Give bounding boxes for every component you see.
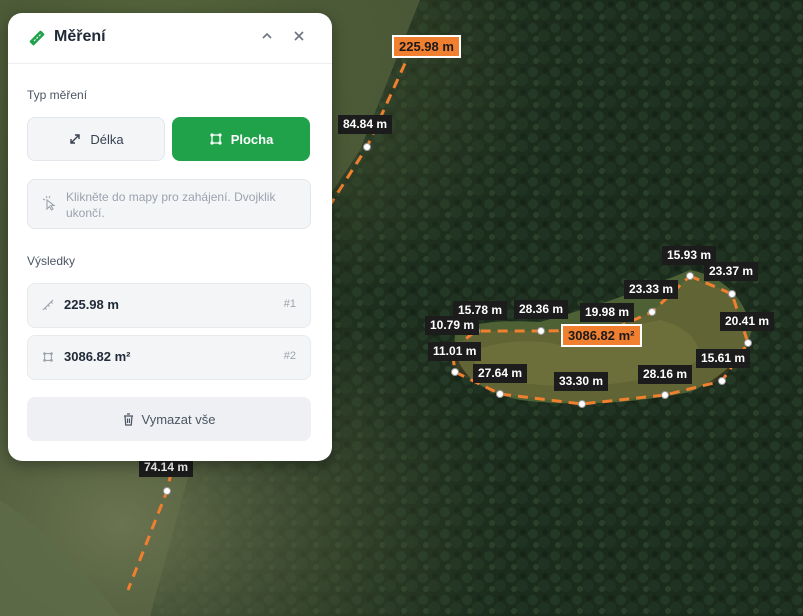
- area-total-label: 3086.82 m²: [561, 324, 642, 347]
- segment-label: 10.79 m: [425, 316, 480, 335]
- polygon-icon: [43, 352, 53, 362]
- segment-label: 11.01 m: [428, 342, 482, 361]
- length-mode-button[interactable]: Délka: [27, 117, 165, 161]
- close-button[interactable]: [288, 27, 310, 49]
- clear-all-button[interactable]: Vymazat vše: [27, 397, 311, 441]
- polygon-icon: [210, 133, 222, 145]
- result-index: #1: [283, 298, 296, 310]
- close-icon: [294, 31, 304, 41]
- results-label: Výsledky: [27, 254, 76, 268]
- segment-label: 27.64 m: [473, 364, 528, 383]
- result-value: 3086.82 m²: [64, 349, 131, 364]
- hint-text: Klikněte do mapy pro zahájení. Dvojklik …: [66, 190, 276, 220]
- segment-label: 84.84 m: [338, 115, 393, 134]
- clear-all-label: Vymazat vše: [141, 411, 216, 427]
- ruler-line-icon: [42, 299, 54, 311]
- segment-label: 19.98 m: [580, 303, 635, 322]
- result-index: #2: [283, 350, 296, 362]
- result-value: 225.98 m: [64, 297, 119, 312]
- panel-header: Měření: [8, 13, 332, 64]
- area-mode-label: Plocha: [230, 131, 274, 147]
- length-mode-label: Délka: [90, 131, 124, 147]
- chevron-up-icon: [262, 32, 272, 39]
- result-item[interactable]: 3086.82 m² #2: [27, 335, 311, 380]
- panel-title: Měření: [54, 28, 106, 45]
- result-item[interactable]: 225.98 m #1: [27, 283, 311, 328]
- line-total-label: 225.98 m: [392, 35, 461, 58]
- trash-icon: [123, 412, 133, 426]
- segment-label: 33.30 m: [554, 372, 609, 391]
- segment-label: 20.41 m: [720, 312, 775, 331]
- segment-label: 23.37 m: [704, 262, 759, 281]
- ruler-icon: [29, 30, 45, 46]
- instruction-hint: Klikněte do mapy pro zahájení. Dvojklik …: [27, 179, 311, 229]
- collapse-button[interactable]: [256, 27, 278, 49]
- diagonal-arrow-icon: [70, 134, 81, 144]
- type-label: Typ měření: [27, 88, 88, 102]
- segment-label: 28.16 m: [638, 365, 693, 384]
- area-mode-button[interactable]: Plocha: [172, 117, 310, 161]
- segment-label: 28.36 m: [514, 300, 569, 319]
- click-pointer-icon: [42, 195, 56, 211]
- measurement-panel: Měření Typ měření Délka Plocha Klikněte …: [8, 13, 332, 461]
- segment-label: 15.61 m: [696, 349, 751, 368]
- segment-label: 23.33 m: [624, 280, 679, 299]
